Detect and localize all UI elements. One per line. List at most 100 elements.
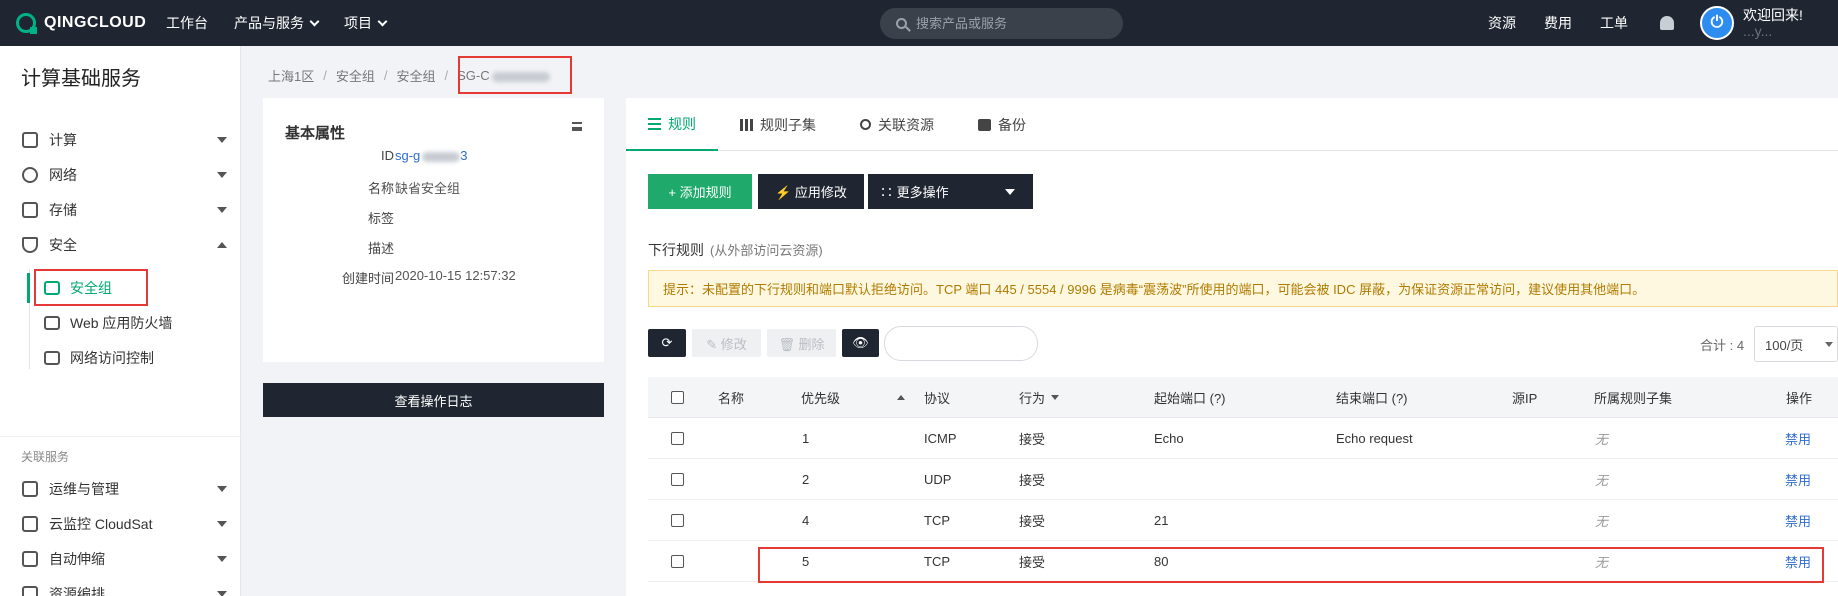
total-count: 合计 : 4	[1700, 338, 1745, 353]
search-input[interactable]	[916, 16, 1096, 31]
header-action[interactable]: 行为	[1019, 377, 1060, 418]
header-rule-subset[interactable]: 所属规则子集	[1594, 377, 1672, 418]
sidebar-item-label: 运维与管理	[49, 481, 119, 497]
header-protocol[interactable]: 协议	[924, 377, 950, 418]
sidebar-item-orchestration[interactable]: 资源编排	[22, 582, 227, 596]
bell-icon[interactable]	[1660, 16, 1674, 30]
shield-icon	[22, 237, 38, 253]
sidebar-item-waf[interactable]: Web 应用防火墙	[44, 311, 234, 335]
disable-link[interactable]: 禁用	[1785, 541, 1811, 582]
disable-link[interactable]: 禁用	[1785, 500, 1811, 541]
billing-link[interactable]: 费用	[1544, 13, 1572, 33]
breadcrumb: 上海1区 / 安全组 / 安全组 / SG-C	[268, 66, 550, 85]
view-operation-log-button[interactable]: 查看操作日志	[263, 383, 604, 417]
cell-protocol: TCP	[924, 513, 950, 528]
view-columns-button[interactable]: 👁	[842, 329, 879, 357]
sidebar-title: 计算基础服务	[21, 68, 141, 90]
add-rule-button[interactable]: + 添加规则	[648, 174, 752, 209]
header-start-port[interactable]: 起始端口 (?)	[1154, 377, 1226, 418]
apply-changes-button[interactable]: ⚡ 应用修改	[758, 174, 864, 209]
property-tags: 标签	[263, 208, 604, 226]
sidebar-item-monitor[interactable]: 云监控 CloudSat	[22, 512, 227, 536]
breadcrumb-separator: /	[444, 68, 449, 83]
header-end-port[interactable]: 结束端口 (?)	[1336, 377, 1408, 418]
disable-link[interactable]: 禁用	[1785, 459, 1811, 500]
tab-rule-subsets[interactable]: 规则子集	[718, 98, 838, 151]
disable-link[interactable]: 禁用	[1785, 418, 1811, 459]
camera-icon	[978, 118, 991, 131]
user-welcome[interactable]: 欢迎回来! ...y...	[1743, 7, 1803, 39]
sidebar: 计算基础服务 计算 网络 存储 安全 安全组 Web 应用防火墙 网络访问控制 …	[0, 46, 241, 596]
top-right-menu: 资源 费用 工单 ⏻ 欢迎回来! ...y...	[1488, 0, 1803, 46]
more-actions-button[interactable]: ∷ 更多操作	[868, 174, 1033, 209]
row-checkbox[interactable]	[671, 514, 684, 527]
row-checkbox-cell	[671, 418, 684, 459]
cell-priority: 1	[802, 431, 810, 446]
cell-action: 接受	[1019, 473, 1046, 488]
storage-icon	[22, 202, 38, 218]
refresh-button[interactable]: ⟳	[648, 329, 686, 357]
autoscale-icon	[22, 551, 38, 567]
sidebar-item-storage[interactable]: 存储	[22, 198, 227, 222]
cell-rule-subset: 无	[1595, 514, 1609, 529]
tab-label: 关联资源	[878, 116, 934, 133]
cell-start-port: Echo	[1154, 431, 1184, 446]
cell-action: 接受	[1019, 555, 1046, 570]
sidebar-item-compute[interactable]: 计算	[22, 128, 227, 152]
sidebar-item-ops[interactable]: 运维与管理	[22, 477, 227, 501]
menu-icon[interactable]	[572, 122, 582, 131]
header-name[interactable]: 名称	[718, 377, 744, 418]
header-action-label: 行为	[1019, 391, 1046, 406]
nav-workbench[interactable]: 工作台	[166, 13, 208, 33]
sidebar-item-security[interactable]: 安全	[22, 233, 227, 257]
tickets-link[interactable]: 工单	[1600, 13, 1628, 33]
header-priority[interactable]: 优先级	[801, 377, 840, 418]
page-size-select[interactable]: 100/页	[1754, 326, 1838, 362]
global-search[interactable]	[880, 8, 1123, 39]
cell-action: 接受	[1019, 514, 1046, 529]
breadcrumb-security-group-category[interactable]: 安全组	[336, 66, 375, 85]
row-checkbox[interactable]	[671, 432, 684, 445]
sidebar-divider	[0, 436, 241, 437]
row-checkbox[interactable]	[671, 473, 684, 486]
property-value: 缺省安全组	[395, 181, 461, 196]
search-icon	[896, 18, 907, 29]
cell-protocol: ICMP	[924, 431, 957, 446]
section-title-text: 下行规则	[648, 242, 704, 258]
breadcrumb-region[interactable]: 上海1区	[268, 66, 314, 85]
brand-logo[interactable]: QINGCLOUD	[16, 13, 166, 34]
nav-products[interactable]: 产品与服务	[234, 13, 320, 33]
header-source-ip[interactable]: 源IP	[1512, 377, 1537, 418]
table-row: 4 TCP 接受 21 无 禁用	[648, 500, 1838, 541]
sidebar-item-label: Web 应用防火墙	[70, 315, 173, 331]
breadcrumb-separator: /	[383, 68, 388, 83]
select-all-checkbox[interactable]	[671, 391, 684, 404]
row-checkbox[interactable]	[671, 555, 684, 568]
caret-down-icon	[1005, 189, 1015, 195]
tab-rules[interactable]: 规则	[626, 98, 718, 151]
tab-backup[interactable]: 备份	[956, 98, 1048, 151]
breadcrumb-current-label: SG-C	[457, 68, 490, 83]
sidebar-section-related: 关联服务	[21, 450, 70, 464]
user-avatar[interactable]: ⏻	[1700, 6, 1734, 40]
filter-input[interactable]	[884, 326, 1038, 361]
sidebar-item-network[interactable]: 网络	[22, 163, 227, 187]
edit-button[interactable]: ✎ 修改	[692, 329, 761, 357]
breadcrumb-security-group-list[interactable]: 安全组	[397, 66, 436, 85]
delete-button[interactable]: 🗑 删除	[767, 329, 836, 357]
tab-related-resources[interactable]: 关联资源	[838, 98, 956, 151]
row-checkbox-cell	[671, 541, 684, 582]
property-label: ID	[381, 148, 394, 163]
sidebar-item-access-control[interactable]: 网络访问控制	[44, 346, 234, 370]
cell-rule-subset: 无	[1595, 555, 1609, 570]
cell-protocol: TCP	[924, 554, 950, 569]
nav-projects[interactable]: 项目	[344, 13, 388, 33]
sort-asc-icon[interactable]	[897, 395, 905, 400]
cell-priority: 2	[802, 472, 810, 487]
sidebar-item-autoscale[interactable]: 自动伸缩	[22, 547, 227, 571]
resources-link[interactable]: 资源	[1488, 13, 1516, 33]
properties-title: 基本属性	[285, 125, 346, 142]
property-value[interactable]: sg-g 3	[395, 148, 468, 163]
page-size-value: 100/页	[1765, 337, 1804, 353]
sidebar-item-security-group[interactable]: 安全组	[44, 276, 234, 300]
